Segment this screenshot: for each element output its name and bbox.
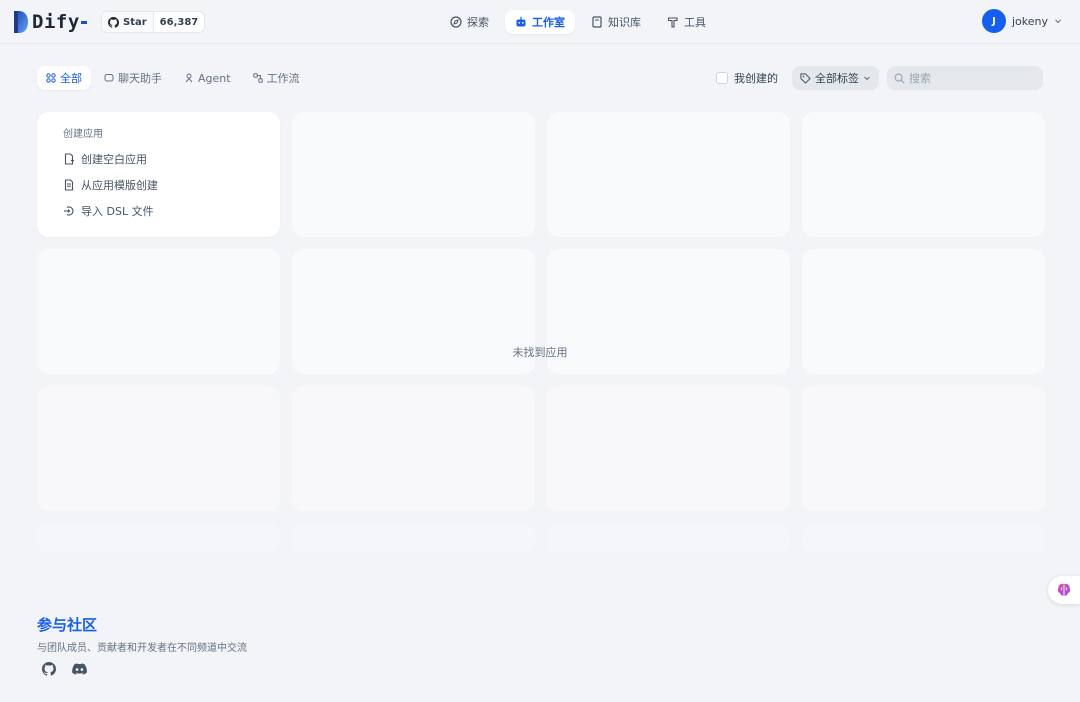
app-card-placeholder (292, 523, 535, 553)
logo-dot (80, 20, 87, 24)
discord-link-icon[interactable] (72, 662, 87, 676)
app-card-placeholder (802, 523, 1045, 553)
hammer-icon (667, 16, 679, 28)
created-by-me-checkbox[interactable] (716, 72, 728, 84)
nav-explore[interactable]: 探索 (440, 10, 499, 34)
main-nav: 探索 工作室 知识库 工具 (440, 10, 716, 34)
agent-icon (184, 73, 194, 83)
app-card-placeholder (547, 386, 790, 511)
chevron-down-icon (1054, 17, 1062, 25)
search-box[interactable] (887, 66, 1043, 90)
create-app-card: 创建应用 创建空白应用 从应用模版创建 导入 DSL 文件 (37, 112, 280, 237)
github-star-button[interactable]: Star 66,387 (101, 11, 206, 33)
nav-studio[interactable]: 工作室 (505, 10, 575, 34)
compass-icon (450, 16, 462, 28)
create-from-template-label: 从应用模版创建 (81, 179, 158, 192)
import-icon (63, 205, 75, 217)
app-card-placeholder (547, 523, 790, 553)
avatar: J (981, 9, 1006, 33)
filter-all-label: 全部 (60, 72, 82, 85)
app-card-placeholder (547, 112, 790, 237)
logo-text: Dify (32, 11, 80, 33)
import-dsl-button[interactable]: 导入 DSL 文件 (63, 200, 260, 222)
chevron-down-icon (863, 74, 871, 82)
app-card-placeholder (292, 112, 535, 237)
filter-agent[interactable]: Agent (175, 66, 240, 90)
filter-all[interactable]: 全部 (37, 66, 91, 90)
brain-icon (1056, 582, 1072, 598)
nav-explore-label: 探索 (467, 16, 489, 29)
chat-bubble-icon (104, 73, 114, 83)
create-blank-app-label: 创建空白应用 (81, 153, 147, 166)
github-star-label: Star (123, 16, 147, 28)
grid-icon (46, 73, 56, 83)
filter-agent-label: Agent (198, 71, 231, 85)
github-star-count: 66,387 (159, 16, 199, 28)
dify-logo[interactable]: Dify (14, 10, 87, 34)
nav-studio-label: 工作室 (532, 16, 565, 29)
user-menu[interactable]: J jokeny (981, 9, 1062, 33)
tag-icon (800, 72, 811, 84)
app-card-placeholder (37, 523, 280, 553)
book-icon (591, 16, 603, 28)
create-from-template-button[interactable]: 从应用模版创建 (63, 174, 260, 196)
top-bar: Dify Star 66,387 探索 工作室 知识库 工具 J jokeny (0, 0, 1080, 44)
filter-workflow-label: 工作流 (266, 72, 300, 85)
created-by-me-label: 我创建的 (734, 72, 778, 85)
user-name: jokeny (1011, 14, 1048, 28)
app-grid: 创建应用 创建空白应用 从应用模版创建 导入 DSL 文件 (37, 112, 1045, 648)
empty-state-message: 未找到应用 (512, 346, 568, 359)
import-dsl-label: 导入 DSL 文件 (81, 205, 154, 218)
search-input[interactable] (909, 71, 1029, 85)
create-blank-app-button[interactable]: 创建空白应用 (63, 148, 260, 170)
tag-filter-label: 全部标签 (815, 72, 859, 85)
github-link-icon[interactable] (42, 662, 56, 676)
app-card-placeholder (802, 386, 1045, 511)
file-template-icon (63, 179, 75, 191)
dify-logo-icon (14, 11, 28, 33)
nav-knowledge[interactable]: 知识库 (581, 10, 651, 34)
nav-tools-label: 工具 (684, 16, 706, 29)
floating-assistant-button[interactable] (1048, 576, 1080, 604)
community-section: 参与社区 与团队成员、贡献者和开发者在不同频道中交流 (37, 614, 247, 654)
community-description: 与团队成员、贡献者和开发者在不同频道中交流 (37, 643, 247, 654)
app-card-placeholder (292, 386, 535, 511)
create-app-title: 创建应用 (63, 129, 103, 140)
search-icon (894, 73, 905, 84)
file-plus-icon (63, 153, 75, 165)
filter-chatbot-label: 聊天助手 (118, 72, 162, 85)
nav-knowledge-label: 知识库 (608, 16, 641, 29)
nav-tools[interactable]: 工具 (657, 10, 716, 34)
filter-tools: 我创建的 全部标签 (716, 66, 1043, 90)
github-icon (108, 16, 119, 28)
tag-filter-select[interactable]: 全部标签 (792, 66, 879, 90)
social-links (42, 662, 87, 676)
app-card-placeholder (802, 112, 1045, 237)
created-by-me-toggle[interactable]: 我创建的 (716, 70, 778, 86)
robot-icon (515, 16, 527, 28)
filter-workflow[interactable]: 工作流 (244, 66, 309, 90)
app-type-filters: 全部 聊天助手 Agent 工作流 (37, 66, 309, 90)
community-title: 参与社区 (37, 616, 98, 634)
filter-chatbot[interactable]: 聊天助手 (95, 66, 171, 90)
workflow-icon (252, 73, 263, 83)
app-card-placeholder (37, 386, 280, 511)
